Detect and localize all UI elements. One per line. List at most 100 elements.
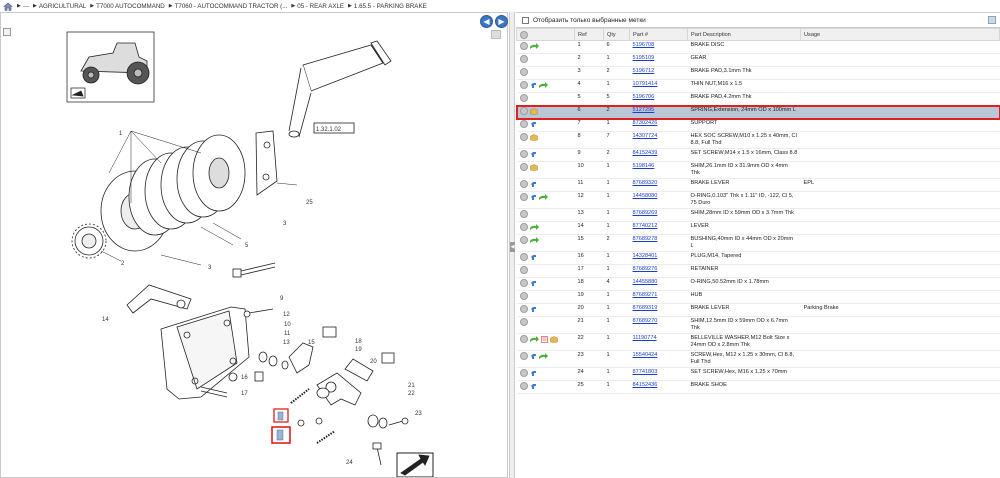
table-row[interactable]: 18 4 14455880 O-RING,50.52mm ID x 1.78mm: [516, 277, 1000, 291]
package-icon[interactable]: [529, 133, 538, 141]
info-icon[interactable]: [530, 353, 537, 360]
table-row[interactable]: 9 2 84152439 SET SCREW,M14 x 1.5 x 16mm, Cl…: [516, 148, 1000, 162]
note-icon[interactable]: [540, 335, 548, 343]
remove-icon[interactable]: [519, 42, 528, 50]
show-selected-checkbox[interactable]: [522, 16, 529, 24]
part-number-link[interactable]: 5198146: [633, 163, 655, 169]
remove-icon[interactable]: [519, 369, 528, 377]
table-row[interactable]: 8 7 14307724 HEX SOC SCREW,M10 x 1.25 x 40m…: [516, 131, 1000, 149]
remove-icon[interactable]: [519, 55, 528, 63]
info-icon[interactable]: [530, 194, 537, 201]
table-row[interactable]: 14 1 87740212 LEVER: [516, 221, 1000, 235]
part-number-link[interactable]: 87689320: [633, 180, 658, 186]
remove-icon[interactable]: [519, 68, 528, 76]
part-number-link[interactable]: 5196708: [633, 42, 655, 48]
pane-splitter[interactable]: ◀: [509, 12, 515, 478]
table-row[interactable]: 13 1 87689269 SHIM,28mm ID x 59mm OD x 3.7m…: [516, 208, 1000, 222]
select-all-icon[interactable]: [520, 30, 528, 39]
part-number-link[interactable]: 87689319: [633, 305, 658, 311]
part-number-link[interactable]: 14458080: [633, 193, 658, 199]
table-row[interactable]: 4 1 10791414 THIN NUT,M16 x 1.5: [516, 79, 1000, 93]
col-header-select[interactable]: [516, 28, 575, 41]
remove-icon[interactable]: [519, 305, 528, 313]
table-row[interactable]: 12 1 14458080 O-RING,0.103" Thk x 1.11" ID,…: [516, 191, 1000, 209]
remove-icon[interactable]: [519, 352, 528, 360]
part-number-link[interactable]: 5195109: [633, 55, 655, 61]
table-row[interactable]: 22 1 11190774 BELLEVILLE WASHER,M12 Bolt Si…: [516, 333, 1000, 351]
info-icon[interactable]: [530, 383, 537, 390]
part-number-link[interactable]: 5127295: [633, 107, 655, 113]
remove-icon[interactable]: [519, 382, 528, 390]
table-row[interactable]: 5 5 5196706 BRAKE PAD,4.2mm Thk: [516, 92, 1000, 106]
breadcrumb-item[interactable]: T7060 - AUTOCOMMAND TRACTOR (...: [175, 3, 288, 10]
col-header-part[interactable]: Part #: [629, 28, 688, 41]
info-icon[interactable]: [530, 121, 537, 128]
info-icon[interactable]: [530, 181, 537, 188]
table-row[interactable]: 7 1 87302426 SUPPORT: [516, 118, 1000, 132]
remove-icon[interactable]: [519, 94, 528, 102]
breadcrumb-item[interactable]: 1.65.5 - PARKING BRAKE: [354, 3, 427, 10]
home-icon[interactable]: [3, 2, 13, 11]
remove-icon[interactable]: [519, 193, 528, 201]
remove-icon[interactable]: [519, 133, 528, 141]
add-to-cart-arrow-icon[interactable]: [529, 42, 539, 50]
add-to-cart-arrow-icon[interactable]: [538, 352, 548, 360]
breadcrumb-item[interactable]: 05 - REAR AXLE: [297, 3, 344, 10]
info-icon[interactable]: [530, 306, 537, 313]
table-row[interactable]: 17 1 87689276 RETAINER: [516, 264, 1000, 278]
part-number-link[interactable]: 14328401: [633, 253, 658, 259]
table-row[interactable]: 15 2 87689278 BUSHING,40mm ID x 44mm OD x 2…: [516, 234, 1000, 252]
add-to-cart-arrow-icon[interactable]: [529, 236, 539, 244]
remove-icon[interactable]: [519, 253, 528, 261]
remove-icon[interactable]: [519, 292, 528, 300]
part-number-link[interactable]: 5196706: [633, 94, 655, 100]
remove-icon[interactable]: [519, 81, 528, 89]
table-row[interactable]: 24 1 87741803 SET SCREW,Hex, M16 x 1.25 x 7…: [516, 367, 1000, 381]
remove-icon[interactable]: [519, 210, 528, 218]
add-to-cart-arrow-icon[interactable]: [538, 81, 548, 89]
part-number-link[interactable]: 87689269: [633, 210, 658, 216]
table-row[interactable]: 16 1 14328401 PLUG,M14, Tapered: [516, 251, 1000, 265]
add-to-cart-arrow-icon[interactable]: [538, 193, 548, 201]
col-header-usage[interactable]: Usage: [800, 28, 1000, 41]
part-number-link[interactable]: 87302426: [633, 120, 658, 126]
info-icon[interactable]: [530, 280, 537, 287]
table-row[interactable]: 20 1 87689319 BRAKE LEVER Parking Brake: [516, 303, 1000, 317]
package-icon[interactable]: [529, 163, 538, 171]
table-row[interactable]: 6 2 5127295 SPRING,Extension, 24mm OD x 100…: [515, 104, 1000, 120]
info-icon[interactable]: [530, 254, 537, 261]
info-icon[interactable]: [530, 82, 537, 89]
table-row[interactable]: 23 1 15540424 SCREW,Hex, M12 x 1.25 x 30mm,…: [516, 350, 1000, 368]
breadcrumb-item[interactable]: AGRICULTURAL: [39, 3, 86, 10]
part-number-link[interactable]: 5196712: [633, 68, 655, 74]
remove-icon[interactable]: [519, 223, 528, 231]
part-number-link[interactable]: 87689276: [633, 266, 658, 272]
remove-icon[interactable]: [519, 107, 528, 115]
table-row[interactable]: 25 1 84152436 BRAKE SHOE: [516, 380, 1000, 394]
col-header-qty[interactable]: Qty: [603, 28, 630, 41]
part-number-link[interactable]: 15540424: [633, 352, 658, 358]
table-row[interactable]: 2 1 5195109 GEAR: [516, 53, 1000, 67]
table-row[interactable]: 21 1 87689270 SHIM,12.5mm ID x 59mm OD x 6.…: [516, 316, 1000, 334]
col-header-description[interactable]: Part Description: [687, 28, 801, 41]
remove-icon[interactable]: [519, 163, 528, 171]
part-number-link[interactable]: 84152436: [633, 382, 658, 388]
part-number-link[interactable]: 14307724: [633, 133, 658, 139]
table-row[interactable]: 11 1 87689320 BRAKE LEVER EPL: [516, 178, 1000, 192]
remove-icon[interactable]: [519, 279, 528, 287]
add-to-cart-arrow-icon[interactable]: [529, 335, 539, 343]
part-number-link[interactable]: 14455880: [633, 279, 658, 285]
part-number-link[interactable]: 10791414: [633, 81, 658, 87]
part-number-link[interactable]: 87689270: [633, 318, 658, 324]
part-number-link[interactable]: 87689271: [633, 292, 658, 298]
remove-icon[interactable]: [519, 318, 528, 326]
table-row[interactable]: 1 6 5196708 BRAKE DISC: [516, 40, 1000, 54]
settings-icon[interactable]: [988, 16, 996, 24]
breadcrumb-item[interactable]: ---: [23, 3, 29, 10]
part-number-link[interactable]: 87689278: [633, 236, 658, 242]
info-icon[interactable]: [530, 151, 537, 158]
package-icon[interactable]: [549, 335, 558, 343]
col-header-ref[interactable]: Ref: [574, 28, 604, 41]
breadcrumb-item[interactable]: T7000 AUTOCOMMAND: [96, 3, 165, 10]
remove-icon[interactable]: [519, 236, 528, 244]
